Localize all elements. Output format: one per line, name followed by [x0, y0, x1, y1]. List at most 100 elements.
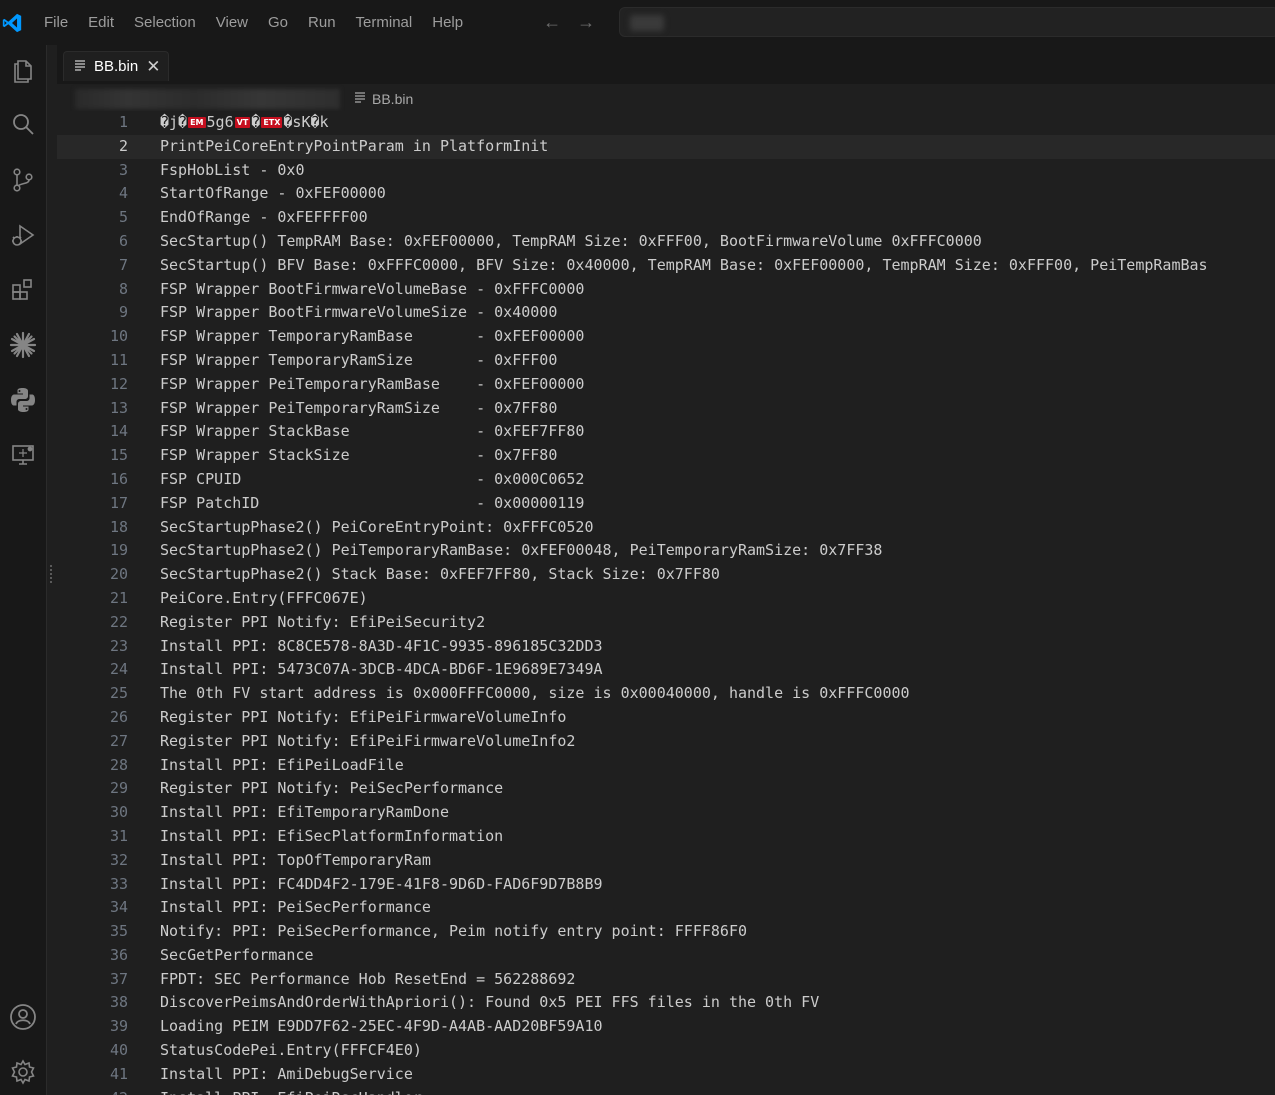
editor-line[interactable]: 27 Register PPI Notify: EfiPeiFirmwareVol… [57, 730, 1275, 754]
menu-edit[interactable]: Edit [88, 14, 114, 31]
line-number: 38 [109, 993, 128, 1012]
editor-line[interactable]: 5 EndOfRange - 0xFEFFFF00 [57, 206, 1275, 230]
editor-line[interactable]: 16 FSP CPUID - 0x000C0652 [57, 468, 1275, 492]
line-text: Install PPI: 5473C07A-3DCB-4DCA-BD6F-1E9… [160, 660, 603, 679]
editor-line[interactable]: 18 SecStartupPhase2() PeiCoreEntryPoint: … [57, 516, 1275, 540]
line-number: 30 [109, 803, 128, 822]
binary-text: �sK�k [283, 113, 329, 131]
editor-line[interactable]: 8 FSP Wrapper BootFirmwareVolumeBase - 0x… [57, 278, 1275, 302]
editor-line[interactable]: 39 Loading PEIM E9DD7F62-25EC-4F9D-A4AB-A… [57, 1015, 1275, 1039]
line-number: 41 [109, 1064, 128, 1083]
editor-line[interactable]: 21 PeiCore.Entry(FFFC067E) [57, 587, 1275, 611]
editor-line[interactable]: 1 �j� EM 5g6 VT � ETX �sK�k [57, 111, 1275, 135]
editor-line[interactable]: 40 StatusCodePei.Entry(FFFCF4E0) [57, 1039, 1275, 1063]
editor-line[interactable]: 9 FSP Wrapper BootFirmwareVolumeSize - 0x… [57, 301, 1275, 325]
source-control-icon[interactable] [6, 163, 40, 197]
python-icon[interactable] [6, 383, 40, 417]
editor-line[interactable]: 32 Install PPI: TopOfTemporaryRam [57, 849, 1275, 873]
menu-terminal[interactable]: Terminal [356, 14, 413, 31]
arrow-left-icon[interactable]: ← [543, 12, 561, 33]
editor-line[interactable]: 17 FSP PatchID - 0x00000119 [57, 492, 1275, 516]
breadcrumb-file[interactable]: BB.bin [354, 90, 413, 108]
editor-line[interactable]: 31 Install PPI: EfiSecPlatformInformation [57, 825, 1275, 849]
line-number: 29 [109, 779, 128, 798]
editor-line[interactable]: 20 SecStartupPhase2() Stack Base: 0xFEF7F… [57, 563, 1275, 587]
command-center-search[interactable] [619, 7, 1275, 37]
editor-line[interactable]: 28 Install PPI: EfiPeiLoadFile [57, 754, 1275, 778]
line-number: 2 [118, 136, 128, 155]
line-text: DiscoverPeimsAndOrderWithApriori(): Foun… [160, 993, 820, 1012]
menu-file[interactable]: File [44, 14, 68, 31]
editor-line[interactable]: 3 FspHobList - 0x0 [57, 159, 1275, 183]
line-text: Install PPI: 8C8CE578-8A3D-4F1C-9935-896… [160, 636, 603, 655]
editor-line[interactable]: 11 FSP Wrapper TemporaryRamSize - 0xFFF00 [57, 349, 1275, 373]
editor-line[interactable]: 38 DiscoverPeimsAndOrderWithApriori(): Fo… [57, 991, 1275, 1015]
menu-selection[interactable]: Selection [134, 14, 196, 31]
editor-line[interactable]: 12 FSP Wrapper PeiTemporaryRamBase - 0xFE… [57, 373, 1275, 397]
line-number: 11 [109, 350, 128, 369]
line-text: FSP Wrapper StackSize - 0x7FF80 [160, 446, 558, 465]
line-number: 21 [109, 588, 128, 607]
menu-help[interactable]: Help [432, 14, 463, 31]
editor-line[interactable]: 2 PrintPeiCoreEntryPointParam in Platform… [57, 134, 1275, 159]
editor-line[interactable]: 29 Register PPI Notify: PeiSecPerformance [57, 777, 1275, 801]
editor-line[interactable]: 10 FSP Wrapper TemporaryRamBase - 0xFEF00… [57, 325, 1275, 349]
editor-line[interactable]: 6 SecStartup() TempRAM Base: 0xFEF00000, … [57, 230, 1275, 254]
line-text: Install PPI: FC4DD4F2-179E-41F8-9D6D-FAD… [160, 874, 603, 893]
editor-line[interactable]: 36 SecGetPerformance [57, 944, 1275, 968]
close-icon[interactable]: ✕ [146, 58, 160, 75]
breadcrumb: BB.bin [57, 84, 1275, 114]
account-icon[interactable] [6, 1000, 40, 1034]
editor-line[interactable]: 37 FPDT: SEC Performance Hob ResetEnd = 5… [57, 968, 1275, 992]
vscode-logo-icon[interactable] [0, 11, 24, 35]
editor-line[interactable]: 30 Install PPI: EfiTemporaryRamDone [57, 801, 1275, 825]
editor-line[interactable]: 13 FSP Wrapper PeiTemporaryRamSize - 0x7F… [57, 397, 1275, 421]
editor-line[interactable]: 15 FSP Wrapper StackSize - 0x7FF80 [57, 444, 1275, 468]
line-text: Install PPI: EfiTemporaryRamDone [160, 803, 449, 822]
editor-line[interactable]: 14 FSP Wrapper StackBase - 0xFEF7FF80 [57, 420, 1275, 444]
editor-line[interactable]: 7 SecStartup() BFV Base: 0xFFFC0000, BFV … [57, 254, 1275, 278]
line-number: 13 [109, 398, 128, 417]
search-icon[interactable] [6, 108, 40, 142]
sidebar-resize-sash[interactable] [50, 565, 54, 583]
line-text: FSP Wrapper BootFirmwareVolumeSize - 0x4… [160, 303, 558, 322]
line-number: 1 [118, 113, 128, 131]
menu-view[interactable]: View [216, 14, 248, 31]
editor-line[interactable]: 22 Register PPI Notify: EfiPeiSecurity2 [57, 611, 1275, 635]
arrow-right-icon[interactable]: → [577, 12, 595, 33]
run-debug-icon[interactable] [6, 218, 40, 252]
editor[interactable]: 1 �j� EM 5g6 VT � ETX �sK�k 2 PrintPeiCoreEntryPo… [57, 111, 1275, 1095]
lines-icon [354, 90, 366, 108]
editor-line[interactable]: 42 Install PPI: EfiPeiRscHandler [57, 1087, 1275, 1095]
line-number: 20 [109, 565, 128, 584]
editor-line[interactable]: 4 StartOfRange - 0xFEF00000 [57, 182, 1275, 206]
line-number: 5 [118, 208, 128, 227]
control-char-badge: ETX [261, 117, 283, 128]
control-char-badge: VT [234, 117, 251, 128]
line-text: SecStartupPhase2() Stack Base: 0xFEF7FF8… [160, 565, 720, 584]
files-icon[interactable] [6, 53, 40, 87]
ai-sparkle-icon[interactable] [6, 328, 40, 362]
line-number: 23 [109, 636, 128, 655]
editor-line[interactable]: 34 Install PPI: PeiSecPerformance [57, 896, 1275, 920]
editor-line[interactable]: 35 Notify: PPI: PeiSecPerformance, Peim n… [57, 920, 1275, 944]
editor-line[interactable]: 26 Register PPI Notify: EfiPeiFirmwareVol… [57, 706, 1275, 730]
line-text: Loading PEIM E9DD7F62-25EC-4F9D-A4AB-AAD… [160, 1017, 603, 1036]
tab-bb-bin[interactable]: BB.bin ✕ [63, 51, 170, 81]
line-text: SecStartup() TempRAM Base: 0xFEF00000, T… [160, 231, 982, 250]
remote-explorer-icon[interactable] [6, 438, 40, 472]
tab-bar: BB.bin ✕ [57, 45, 1275, 85]
extensions-icon[interactable] [6, 273, 40, 307]
menu-go[interactable]: Go [268, 14, 288, 31]
editor-line[interactable]: 24 Install PPI: 5473C07A-3DCB-4DCA-BD6F-1… [57, 658, 1275, 682]
line-number: 27 [109, 731, 128, 750]
line-number: 40 [109, 1041, 128, 1060]
editor-line[interactable]: 33 Install PPI: FC4DD4F2-179E-41F8-9D6D-F… [57, 873, 1275, 897]
editor-line[interactable]: 23 Install PPI: 8C8CE578-8A3D-4F1C-9935-8… [57, 635, 1275, 659]
editor-line[interactable]: 19 SecStartupPhase2() PeiTemporaryRamBase… [57, 539, 1275, 563]
menu-run[interactable]: Run [308, 14, 336, 31]
gear-icon[interactable] [6, 1055, 40, 1089]
binary-text: �j� [160, 113, 188, 131]
editor-line[interactable]: 25 The 0th FV start address is 0x000FFFC0… [57, 682, 1275, 706]
editor-line[interactable]: 41 Install PPI: AmiDebugService [57, 1063, 1275, 1087]
